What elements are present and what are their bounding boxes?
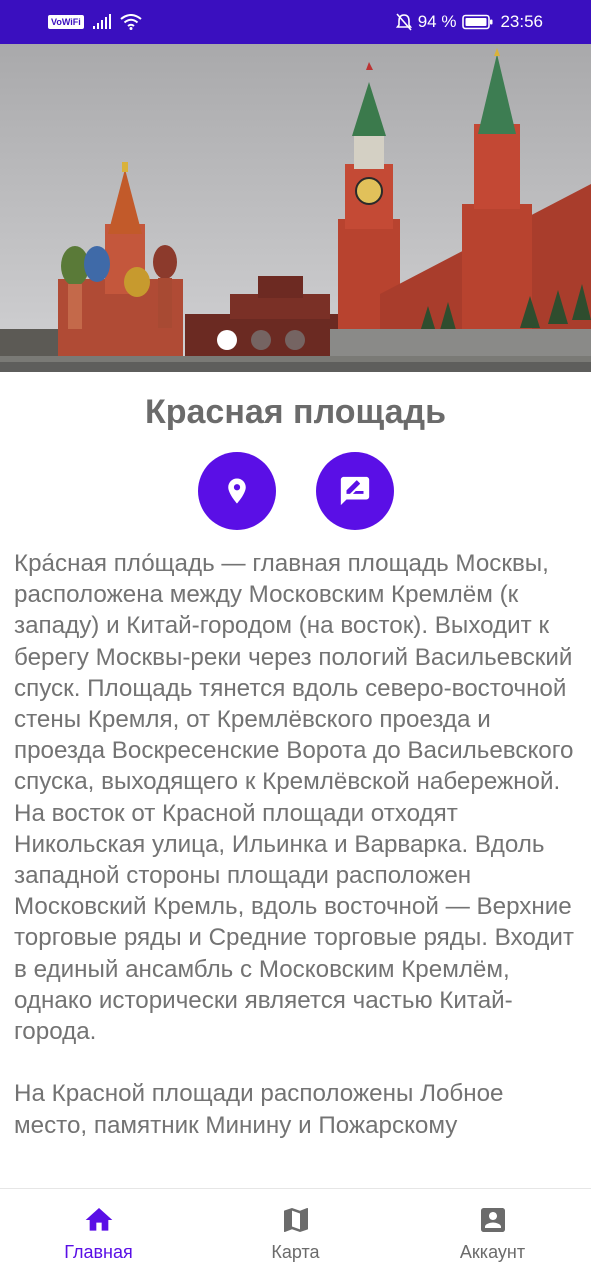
- nav-item-home[interactable]: Главная: [0, 1189, 197, 1281]
- map-icon: [283, 1208, 308, 1232]
- write-review-button[interactable]: [315, 452, 394, 530]
- photo-carousel[interactable]: [0, 44, 591, 372]
- write-review-icon: [340, 476, 369, 506]
- bottom-navigation: Главная Карта Аккаунт: [0, 1188, 591, 1281]
- carousel-indicator: [0, 330, 556, 356]
- nav-item-account[interactable]: Аккаунт: [394, 1189, 591, 1281]
- red-square-photo: [0, 44, 591, 372]
- carousel-dot[interactable]: [284, 330, 305, 350]
- show-on-map-button[interactable]: [197, 452, 276, 530]
- carousel-dot[interactable]: [216, 330, 237, 350]
- home-icon: [85, 1208, 112, 1231]
- vowifi-badge: VoWiFi: [48, 15, 84, 29]
- wifi-icon: [120, 14, 142, 30]
- nav-item-map[interactable]: Карта: [197, 1189, 394, 1281]
- signal-icon: [92, 14, 111, 29]
- nav-label-home: Главная: [64, 1242, 133, 1262]
- place-title: Красная площадь: [144, 393, 447, 431]
- place-description: Кра́сная пло́щадь — главная площадь Моск…: [14, 550, 574, 1139]
- battery-percent: 94 %: [417, 12, 457, 31]
- bell-off-icon: [395, 13, 412, 31]
- location-pin-icon: [227, 478, 246, 504]
- action-buttons: [0, 452, 591, 530]
- status-bar: VoWiFi 94 % 23:56: [0, 0, 591, 44]
- nav-label-account: Аккаунт: [459, 1242, 526, 1262]
- nav-label-map: Карта: [271, 1242, 320, 1262]
- account-icon: [480, 1208, 505, 1232]
- battery-icon: [462, 14, 493, 30]
- clock: 23:56: [500, 12, 543, 31]
- carousel-dot[interactable]: [250, 330, 271, 350]
